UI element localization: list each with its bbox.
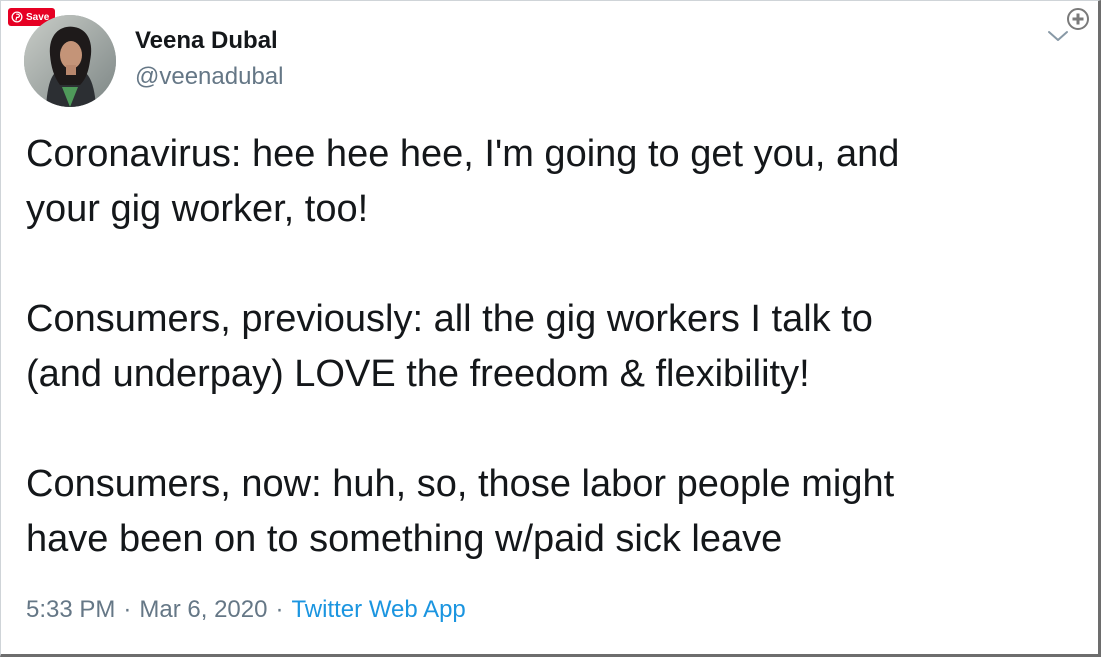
tweet-line: Coronavirus: hee hee hee, I'm going to g… bbox=[26, 133, 900, 175]
tweet-paragraph: Consumers, previously: all the gig worke… bbox=[26, 292, 1076, 402]
tweet-time[interactable]: 5:33 PM bbox=[26, 596, 115, 623]
tweet-line: Consumers, previously: all the gig worke… bbox=[26, 298, 873, 340]
avatar[interactable] bbox=[24, 15, 116, 107]
tweet-paragraph: Consumers, now: huh, so, those labor peo… bbox=[26, 457, 1076, 567]
meta-separator: · bbox=[275, 596, 284, 623]
tweet-line: Consumers, now: huh, so, those labor peo… bbox=[26, 463, 895, 505]
tweet-date[interactable]: Mar 6, 2020 bbox=[139, 596, 267, 623]
zoom-in-icon[interactable] bbox=[1066, 7, 1090, 31]
tweet-line: your gig worker, too! bbox=[26, 188, 369, 230]
meta-separator: · bbox=[123, 596, 132, 623]
tweet-card: Save Veena Dubal @veenadubal Coronavirus… bbox=[0, 0, 1101, 657]
author-display-name[interactable]: Veena Dubal bbox=[135, 26, 278, 56]
tweet-line: (and underpay) LOVE the freedom & flexib… bbox=[26, 353, 810, 395]
author-handle[interactable]: @veenadubal bbox=[135, 62, 283, 92]
tweet-metadata: 5:33 PM · Mar 6, 2020 · Twitter Web App bbox=[26, 594, 466, 626]
tweet-text: Coronavirus: hee hee hee, I'm going to g… bbox=[26, 127, 1076, 567]
pinterest-icon bbox=[11, 11, 23, 23]
tweet-source-link[interactable]: Twitter Web App bbox=[291, 596, 465, 623]
tweet-paragraph: Coronavirus: hee hee hee, I'm going to g… bbox=[26, 127, 1076, 237]
tweet-line: have been on to something w/paid sick le… bbox=[26, 518, 783, 560]
